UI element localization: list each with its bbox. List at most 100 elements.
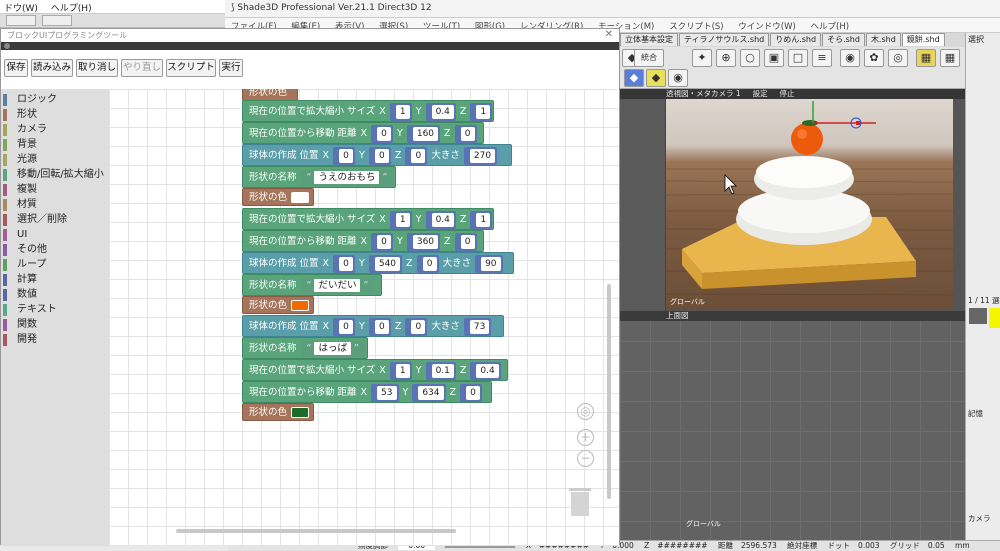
text-input[interactable]: “うえのおもち” — [300, 169, 394, 186]
number-value[interactable]: 0.4 — [431, 212, 454, 227]
number-input[interactable]: 0 — [333, 317, 356, 336]
memo-label[interactable]: 記憶 — [968, 408, 983, 419]
category-item[interactable]: ループ — [1, 258, 46, 272]
number-value[interactable]: 0 — [422, 256, 437, 271]
category-item[interactable]: ロジック — [1, 93, 57, 107]
render-icon[interactable]: ✿ — [864, 49, 884, 67]
grid-yellow-icon[interactable]: ▦ — [916, 49, 936, 67]
number-input[interactable]: 90 — [475, 254, 503, 273]
gear-icon[interactable] — [4, 43, 10, 49]
number-input[interactable]: 634 — [412, 383, 446, 402]
number-value[interactable]: 0 — [377, 234, 392, 249]
block-create-sphere[interactable]: 球体の作成 位置 X 0 Y 0 Z 0 大きさ 270 — [242, 144, 512, 166]
camera-icon[interactable]: ◎ — [888, 49, 908, 67]
number-input[interactable]: 0 — [368, 146, 391, 165]
unit-select[interactable]: mm — [955, 541, 970, 550]
doc-tab[interactable]: 木.shd — [865, 33, 901, 46]
number-value[interactable]: 73 — [469, 319, 490, 334]
run-button[interactable]: 実行 — [219, 59, 243, 77]
block-create-sphere[interactable]: 球体の作成 位置 X 0 Y 0 Z 0 大きさ 73 — [242, 315, 504, 337]
setting-button[interactable]: 設定 — [753, 89, 768, 98]
category-item[interactable]: UI — [1, 228, 27, 242]
number-input[interactable]: 0 — [333, 146, 356, 165]
number-value[interactable]: 270 — [469, 148, 496, 163]
coord-mode-select[interactable]: 絶対座標 — [787, 541, 817, 550]
number-value[interactable]: 0 — [411, 148, 426, 163]
number-value[interactable]: 1 — [476, 104, 491, 119]
tab[interactable] — [42, 15, 72, 26]
color-swatch[interactable] — [291, 300, 310, 311]
block-scale[interactable]: 現在の位置で拡大縮小 サイズ X 1 Y 0.1 Z 0.4 — [242, 359, 508, 381]
shape-blue-icon[interactable]: ◆ — [624, 69, 644, 87]
merge-button[interactable]: 統合 — [634, 49, 664, 67]
pose-icon[interactable]: ✦ — [692, 49, 712, 67]
number-input[interactable]: 0 — [333, 254, 356, 273]
redo-button[interactable]: やり直し — [121, 59, 163, 77]
category-item[interactable]: 選択／削除 — [1, 213, 67, 227]
number-input[interactable]: 270 — [463, 146, 498, 165]
number-value[interactable]: 1 — [476, 212, 491, 227]
color-swatch[interactable] — [291, 192, 310, 203]
block-workspace[interactable]: 形状の色 現在の位置で拡大縮小 サイズ X 1 Y 0.4 Z 1 現在の位置から移動 距離 X… — [109, 89, 619, 546]
number-input[interactable]: 0 — [371, 124, 394, 143]
number-value[interactable]: 0 — [339, 319, 354, 334]
number-input[interactable]: 0 — [454, 124, 477, 143]
number-input[interactable]: 73 — [463, 317, 492, 336]
number-value[interactable]: 53 — [377, 385, 397, 400]
category-item[interactable]: 複製 — [1, 183, 37, 197]
number-value[interactable]: 1 — [395, 363, 410, 378]
zoom-in-icon[interactable]: + — [577, 429, 594, 446]
number-value[interactable]: 1 — [395, 104, 410, 119]
recenter-icon[interactable]: ◎ — [577, 403, 594, 420]
number-input[interactable]: 0.4 — [470, 361, 501, 380]
number-input[interactable]: 0 — [405, 317, 428, 336]
category-item[interactable]: 材質 — [1, 198, 37, 212]
menu-help[interactable]: ヘルプ(H) — [811, 22, 850, 32]
category-item[interactable]: 光源 — [1, 153, 37, 167]
top-view-label[interactable]: 上面図 — [666, 311, 689, 320]
doc-tab[interactable]: ティラノサウルス.shd — [679, 33, 770, 46]
text-input[interactable]: “はっぱ” — [300, 340, 365, 357]
number-value[interactable]: 360 — [412, 234, 439, 249]
number-value[interactable]: 0 — [374, 319, 389, 334]
category-item[interactable]: 移動/回転/拡大縮小 — [1, 168, 104, 182]
number-input[interactable]: 0.1 — [425, 361, 456, 380]
number-value[interactable]: 0 — [460, 126, 475, 141]
number-value[interactable]: 0 — [377, 126, 392, 141]
menu-window[interactable]: ウインドウ(W) — [738, 22, 796, 32]
block-scale[interactable]: 現在の位置で拡大縮小 サイズ X 1 Y 0.4 Z 1 — [242, 100, 494, 122]
grid-icon[interactable]: ▦ — [940, 49, 960, 67]
number-input[interactable]: 1 — [389, 102, 412, 121]
shape-yellow-icon[interactable]: ◆ — [646, 69, 666, 87]
undo-button[interactable]: 取り消し — [76, 59, 118, 77]
trash-icon[interactable] — [568, 484, 592, 516]
block-shape-color[interactable]: 形状の色 — [242, 403, 314, 421]
yellow-swatch[interactable] — [989, 308, 1000, 328]
category-item[interactable]: カメラ — [1, 123, 47, 137]
number-input[interactable]: 1 — [470, 210, 493, 229]
cube-icon[interactable]: ▣ — [764, 49, 784, 67]
doc-tab-active[interactable]: 鏡餅.shd — [901, 33, 945, 46]
close-icon[interactable]: ✕ — [605, 29, 613, 40]
category-item[interactable]: その他 — [1, 243, 47, 257]
load-button[interactable]: 読み込み — [31, 59, 73, 77]
category-item[interactable]: 数値 — [1, 288, 37, 302]
stop-button[interactable]: 停止 — [780, 89, 795, 98]
block-shape-name[interactable]: 形状の名称 “だいだい” — [242, 274, 382, 296]
block-shape-color[interactable]: 形状の色 — [242, 188, 314, 206]
save-button[interactable]: 保存 — [4, 59, 28, 77]
number-value[interactable]: 634 — [418, 385, 444, 400]
number-value[interactable]: 1 — [395, 212, 410, 227]
number-input[interactable]: 53 — [371, 383, 399, 402]
number-value[interactable]: 0 — [411, 319, 426, 334]
block-move[interactable]: 現在の位置から移動 距離 X 0 Y 360 Z 0 — [242, 230, 484, 252]
number-input[interactable]: 0 — [371, 232, 394, 251]
perspective-viewport[interactable]: 透視図・メタカメラ 1 設定 停止 グローバル — [620, 89, 965, 311]
shape-name-text[interactable]: うえのおもち — [314, 170, 380, 184]
tab[interactable] — [6, 15, 36, 26]
circle-icon[interactable]: ○ — [740, 49, 760, 67]
target-icon[interactable]: ⊕ — [716, 49, 736, 67]
doc-tab[interactable]: そら.shd — [822, 33, 865, 46]
vertical-scrollbar[interactable] — [607, 284, 611, 499]
thumbnail[interactable] — [969, 308, 987, 324]
